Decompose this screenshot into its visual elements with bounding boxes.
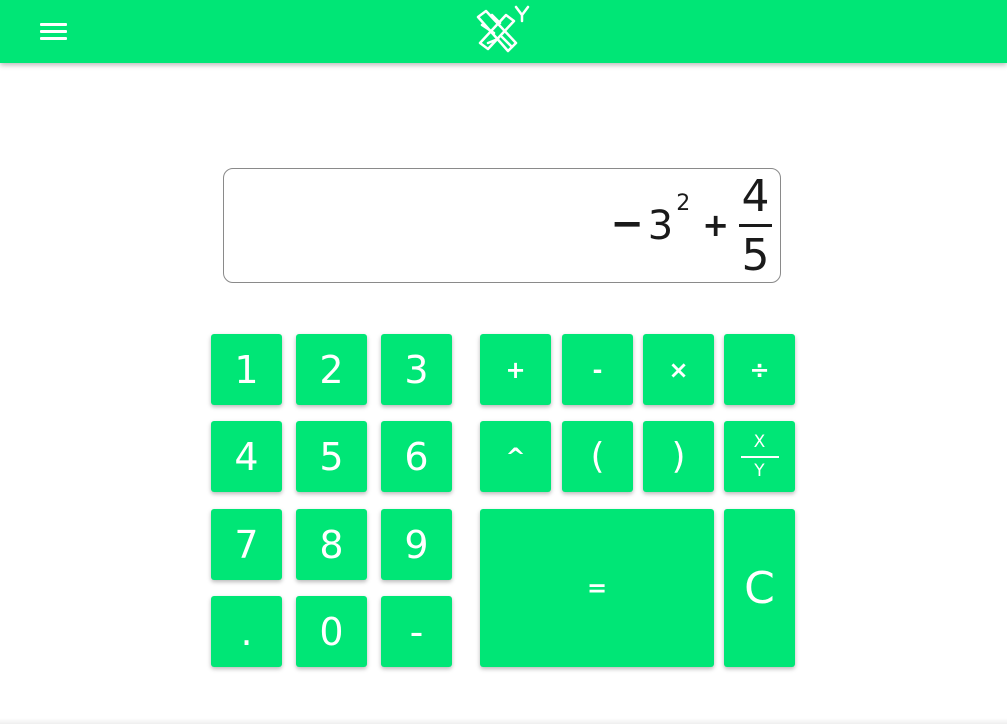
key-8[interactable]: 8 (296, 509, 367, 580)
key-decimal[interactable]: . (211, 596, 282, 667)
expression-display: − 3 2 + 4 5 (223, 168, 781, 283)
key-negative[interactable]: - (381, 596, 452, 667)
key-plus[interactable]: + (480, 334, 551, 405)
key-7[interactable]: 7 (211, 509, 282, 580)
key-0[interactable]: 0 (296, 596, 367, 667)
fraction: 4 5 (739, 170, 772, 281)
fraction-denominator: 5 (741, 229, 770, 281)
key-equals[interactable]: = (480, 509, 714, 667)
key-clear[interactable]: C (724, 509, 795, 667)
key-power[interactable]: ^ (480, 421, 551, 492)
fraction-key-bottom: Y (754, 460, 765, 481)
plus-operator: + (702, 206, 729, 244)
fraction-bar (739, 223, 772, 227)
fraction-numerator: 4 (741, 170, 770, 222)
key-1[interactable]: 1 (211, 334, 282, 405)
negative-sign: − (610, 201, 644, 247)
key-2[interactable]: 2 (296, 334, 367, 405)
exponent-base: 3 (647, 203, 674, 249)
key-minus[interactable]: - (562, 334, 633, 405)
expression: − 3 2 + 4 5 (610, 171, 772, 281)
key-open-paren[interactable]: ( (562, 421, 633, 492)
x-logo-icon[interactable] (470, 3, 534, 57)
key-times[interactable]: × (643, 334, 714, 405)
key-close-paren[interactable]: ) (643, 421, 714, 492)
key-divide[interactable]: ÷ (724, 334, 795, 405)
hamburger-menu-icon[interactable] (36, 18, 72, 46)
key-6[interactable]: 6 (381, 421, 452, 492)
key-5[interactable]: 5 (296, 421, 367, 492)
fraction-key-bar (740, 455, 779, 458)
bottom-edge-shadow (0, 718, 1007, 724)
top-app-bar (0, 0, 1007, 63)
key-9[interactable]: 9 (381, 509, 452, 580)
fraction-key-top: X (753, 431, 766, 452)
exponent-value: 2 (676, 191, 691, 216)
key-3[interactable]: 3 (381, 334, 452, 405)
key-4[interactable]: 4 (211, 421, 282, 492)
key-fraction[interactable]: X Y (724, 421, 795, 492)
